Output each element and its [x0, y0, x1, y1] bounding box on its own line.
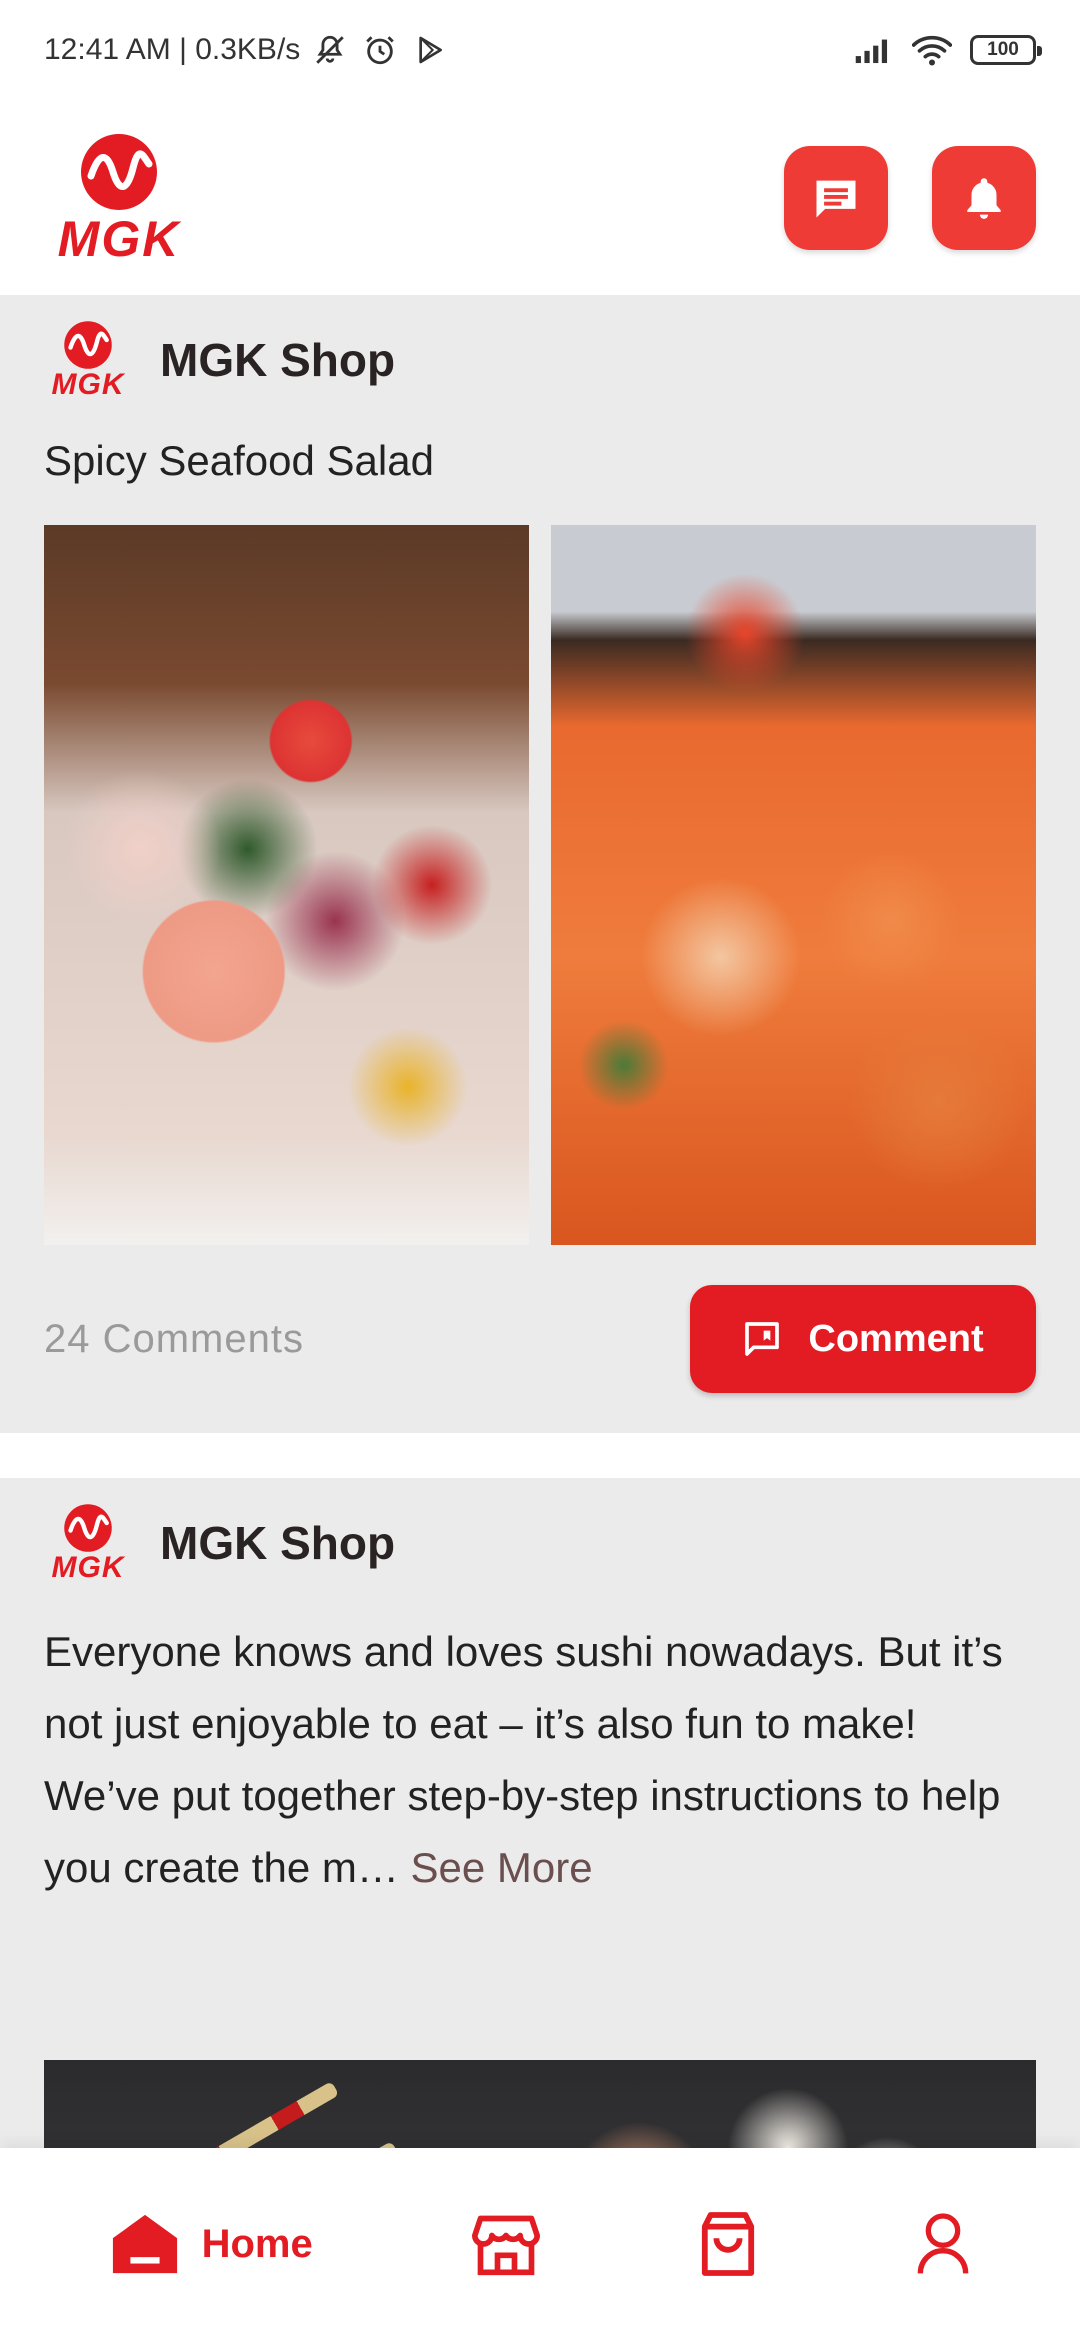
comments-count[interactable]: 24 Comments: [44, 1317, 304, 1362]
status-bar: 12:41 AM | 0.3KB/s 100: [0, 0, 1080, 100]
post-footer: 24 Comments Comment: [44, 1245, 1036, 1433]
profile-icon: [918, 2213, 969, 2274]
spicy-shrimp-photo[interactable]: [551, 525, 1036, 1245]
status-right: 100: [854, 30, 1042, 70]
home-icon: [112, 2214, 177, 2274]
messages-button[interactable]: [784, 145, 888, 250]
signal-icon: [854, 30, 894, 70]
header-actions: [784, 145, 1036, 250]
play-store-icon: [410, 30, 450, 70]
author-avatar: MGK: [44, 320, 132, 400]
chat-icon: [816, 180, 856, 217]
notifications-button[interactable]: [932, 145, 1036, 250]
post-body: Everyone knows and loves sushi nowadays.…: [44, 1608, 1036, 2060]
feed[interactable]: MGK MGK Shop Spicy Seafood Salad 24 Comm…: [0, 295, 1080, 2340]
post-divider: [0, 1433, 1080, 1478]
nav-profile[interactable]: [916, 2194, 970, 2294]
wifi-icon: [912, 30, 952, 70]
seafood-salad-photo[interactable]: [44, 525, 529, 1245]
author-avatar: MGK: [44, 1503, 132, 1583]
shopping-bag-icon: [702, 2212, 755, 2276]
post-author[interactable]: MGK MGK Shop: [44, 1478, 1036, 1608]
comment-button[interactable]: Comment: [690, 1285, 1036, 1393]
nav-store[interactable]: [471, 2194, 540, 2294]
status-time: 12:41 AM | 0.3KB/s: [44, 33, 301, 66]
author-logo-text: MGK: [51, 1551, 125, 1584]
logo-text: MGK: [57, 210, 181, 267]
app-header: MGK: [0, 100, 1080, 295]
see-more-link[interactable]: See More: [411, 1844, 593, 1891]
mute-icon: [310, 30, 350, 70]
comment-button-label: Comment: [808, 1317, 984, 1360]
post-images: [44, 525, 1036, 1245]
bottom-nav: Home: [0, 2148, 1080, 2340]
nav-cart[interactable]: [699, 2194, 757, 2294]
bell-icon: [967, 177, 1001, 219]
battery-indicator: 100: [970, 35, 1042, 65]
store-icon: [471, 2215, 540, 2276]
status-left: 12:41 AM | 0.3KB/s: [44, 30, 450, 70]
nav-home[interactable]: Home: [110, 2194, 313, 2294]
author-name: MGK Shop: [160, 1517, 396, 1569]
author-logo-text: MGK: [51, 368, 125, 401]
nav-home-label: Home: [201, 2221, 313, 2266]
post-card: MGK MGK Shop Spicy Seafood Salad 24 Comm…: [0, 295, 1080, 1433]
logo-mark-icon: [64, 321, 112, 369]
post-author[interactable]: MGK MGK Shop: [44, 295, 1036, 425]
post-title: Spicy Seafood Salad: [44, 437, 434, 484]
screen: 12:41 AM | 0.3KB/s 100 MGK MGK MGK Shop …: [0, 0, 1080, 2340]
alarm-icon: [360, 30, 400, 70]
logo-mark-icon: [64, 1504, 112, 1552]
comment-icon: [745, 1322, 780, 1356]
author-name: MGK Shop: [160, 334, 396, 386]
logo-mark-icon: [81, 133, 157, 210]
app-logo[interactable]: MGK: [44, 132, 194, 264]
